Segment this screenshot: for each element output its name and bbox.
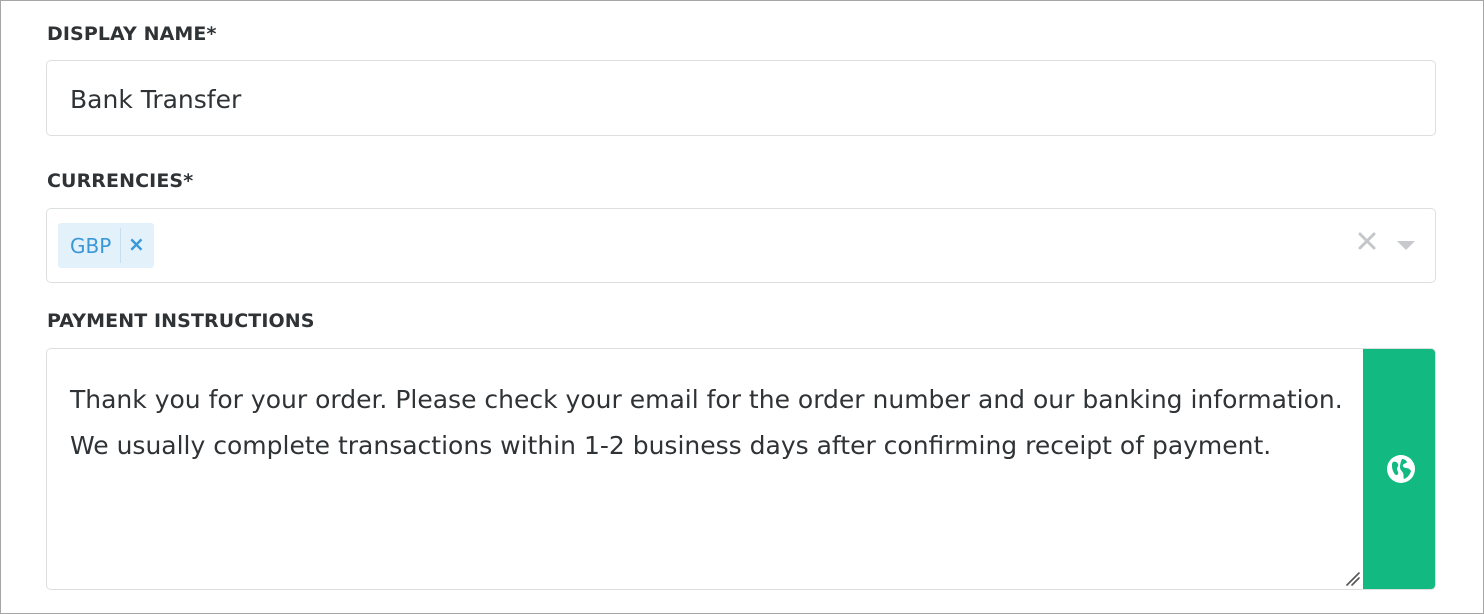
resize-handle-icon[interactable] <box>1343 569 1361 587</box>
chevron-down-icon[interactable] <box>1397 241 1415 250</box>
currency-tag-label: GBP <box>70 234 112 258</box>
close-icon[interactable] <box>1356 230 1378 252</box>
currencies-label: CURRENCIES* <box>47 170 194 192</box>
display-name-value: Bank Transfer <box>70 85 242 114</box>
currency-tag: GBP × <box>58 223 154 268</box>
globe-icon <box>1385 453 1417 485</box>
display-name-input[interactable]: Bank Transfer <box>46 60 1436 136</box>
payment-instructions-textarea[interactable]: Thank you for your order. Please check y… <box>46 348 1436 590</box>
translate-button[interactable] <box>1363 349 1435 589</box>
currencies-multiselect[interactable]: GBP × <box>46 208 1436 283</box>
display-name-label: DISPLAY NAME* <box>47 23 217 45</box>
remove-tag-icon[interactable]: × <box>128 232 145 256</box>
payment-instructions-label: PAYMENT INSTRUCTIONS <box>47 310 315 332</box>
payment-method-form: DISPLAY NAME* Bank Transfer CURRENCIES* … <box>0 0 1484 614</box>
payment-instructions-value: Thank you for your order. Please check y… <box>70 385 1343 460</box>
tag-divider <box>120 228 121 263</box>
